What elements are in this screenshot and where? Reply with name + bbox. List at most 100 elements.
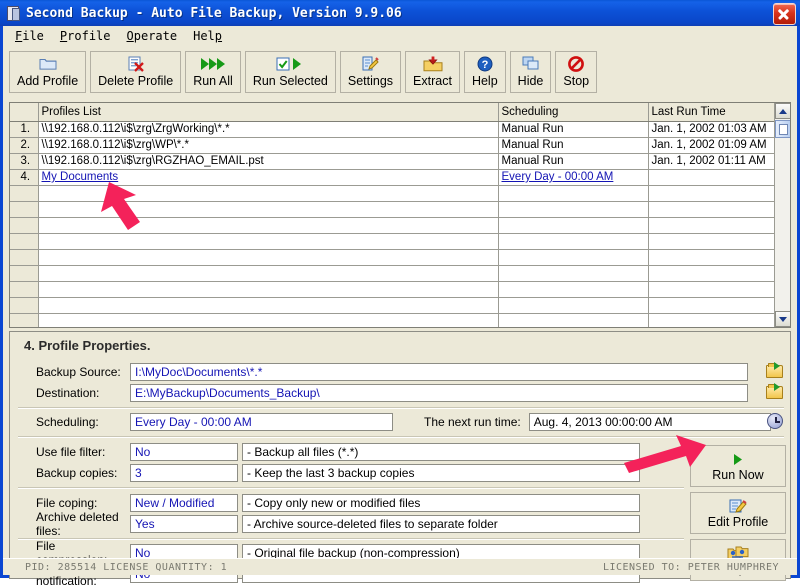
table-row[interactable]: [10, 313, 776, 327]
table-row[interactable]: [10, 217, 776, 234]
use-file-filter-desc: - Backup all files (*.*): [242, 442, 640, 461]
delete-file-icon: [127, 55, 145, 73]
cell-scheduling[interactable]: Every Day - 00:00 AM: [498, 169, 649, 186]
backup-source-field[interactable]: I:\MyDoc\Documents\*.*: [130, 362, 748, 381]
run-all-button[interactable]: Run All: [185, 50, 241, 93]
cell-empty: [10, 265, 39, 282]
close-icon[interactable]: [773, 3, 796, 25]
check-play-icon: [276, 55, 304, 73]
cell-empty: [10, 281, 39, 298]
cell-scheduling[interactable]: Manual Run: [498, 153, 649, 170]
help-button[interactable]: ? Help: [463, 50, 506, 93]
cell-last-run: Jan. 1, 2002 01:03 AM: [648, 121, 776, 138]
scroll-down-icon[interactable]: [775, 311, 790, 327]
next-run-field: Aug. 4, 2013 00:00:00 AM: [528, 412, 771, 431]
question-mark-icon: ?: [477, 55, 493, 73]
menu-bar: File Profile Operate Help: [3, 26, 797, 46]
column-header-last-run: Last Run Time: [648, 103, 776, 122]
column-header-scheduling: Scheduling: [498, 103, 649, 122]
backup-source-label: Backup Source:: [36, 364, 121, 379]
browse-folder-icon-destination[interactable]: [766, 383, 784, 400]
status-right: LICENSED TO: PETER HUMPHREY: [602, 561, 779, 573]
cell-empty: [498, 233, 649, 250]
table-row[interactable]: [10, 201, 776, 218]
button-label: Delete Profile: [98, 73, 174, 88]
button-label: Run Now: [712, 467, 764, 482]
cell-empty: [38, 249, 499, 266]
table-row[interactable]: [10, 185, 776, 202]
destination-field[interactable]: E:\MyBackup\Documents_Backup\: [130, 383, 748, 402]
edit-profile-button[interactable]: Edit Profile: [690, 492, 786, 534]
delete-profile-button[interactable]: Delete Profile: [90, 50, 182, 93]
windows-stack-icon: [522, 55, 540, 73]
table-row[interactable]: [10, 297, 776, 314]
play-icon: [732, 451, 744, 468]
next-run-label: The next run time:: [424, 414, 521, 429]
destination-label: Destination:: [36, 385, 100, 400]
cell-empty: [648, 265, 776, 282]
table-row[interactable]: [10, 281, 776, 298]
table-row[interactable]: [10, 249, 776, 266]
menu-item-profile[interactable]: Profile: [52, 27, 119, 45]
stop-button[interactable]: Stop: [555, 50, 598, 93]
profiles-list-panel: Profiles List Scheduling Last Run Time 1…: [9, 102, 791, 328]
clock-icon[interactable]: [767, 413, 783, 429]
cell-empty: [648, 313, 776, 327]
cell-profile[interactable]: \\192.168.0.112\i$\zrg\RGZHAO_EMAIL.pst: [38, 153, 499, 170]
table-row[interactable]: 3. \\192.168.0.112\i$\zrg\RGZHAO_EMAIL.ps…: [10, 153, 776, 170]
cell-last-run: Jan. 1, 2002 01:09 AM: [648, 137, 776, 154]
menu-item-file[interactable]: File: [7, 27, 52, 45]
profile-properties-panel: 4. Profile Properties. Backup Source: I:…: [9, 331, 791, 588]
settings-button[interactable]: Settings: [339, 50, 402, 93]
scroll-up-icon[interactable]: [775, 103, 790, 119]
cell-empty: [10, 201, 39, 218]
vertical-scrollbar[interactable]: [774, 103, 790, 327]
profiles-table: Profiles List Scheduling Last Run Time 1…: [10, 103, 776, 327]
cell-empty: [38, 201, 499, 218]
run-now-button[interactable]: Run Now: [690, 445, 786, 487]
cell-empty: [10, 249, 39, 266]
scheduling-label: Scheduling:: [36, 414, 99, 429]
file-coping-field[interactable]: New / Modified: [130, 493, 238, 512]
cell-profile[interactable]: \\192.168.0.112\i$\zrg\ZrgWorking\*.*: [38, 121, 499, 138]
window-title: Second Backup - Auto File Backup, Versio…: [26, 5, 402, 21]
cell-scheduling[interactable]: Manual Run: [498, 137, 649, 154]
svg-text:?: ?: [481, 59, 488, 71]
browse-folder-icon-source[interactable]: [766, 362, 784, 379]
archive-deleted-field[interactable]: Yes: [130, 514, 238, 533]
cell-empty: [38, 281, 499, 298]
archive-deleted-desc: - Archive source-deleted files to separa…: [242, 514, 640, 533]
cell-profile[interactable]: My Documents: [38, 169, 499, 186]
button-label: Run Selected: [252, 73, 328, 88]
menu-item-help[interactable]: Help: [185, 27, 230, 45]
cell-empty: [498, 265, 649, 282]
use-file-filter-field[interactable]: No: [130, 442, 238, 461]
cell-empty: [498, 217, 649, 234]
table-row[interactable]: [10, 265, 776, 282]
button-label: Settings: [347, 73, 394, 88]
cell-empty: [498, 201, 649, 218]
cell-empty: [648, 201, 776, 218]
hide-button[interactable]: Hide: [509, 50, 552, 93]
button-label: Help: [471, 73, 498, 88]
cell-empty: [498, 281, 649, 298]
table-row[interactable]: [10, 233, 776, 250]
menu-item-operate[interactable]: Operate: [119, 27, 186, 45]
scheduling-field[interactable]: Every Day - 00:00 AM: [130, 412, 393, 431]
cell-empty: [38, 297, 499, 314]
add-profile-button[interactable]: Add Profile: [9, 50, 87, 93]
table-row[interactable]: 4. My Documents Every Day - 00:00 AM: [10, 169, 776, 186]
cell-empty: [648, 185, 776, 202]
toolbar: Add Profile Delete Profile Run All Run S…: [3, 46, 797, 95]
backup-copies-field[interactable]: 3: [130, 463, 238, 482]
scrollbar-thumb[interactable]: [775, 120, 790, 138]
extract-folder-icon: [423, 55, 443, 73]
cell-profile[interactable]: \\192.168.0.112\i$\zrg\WP\*.*: [38, 137, 499, 154]
stop-sign-icon: [568, 55, 585, 73]
status-bar: PID: 285514 LICENSE QUANTITY: 1 LICENSED…: [3, 558, 797, 575]
table-row[interactable]: 1. \\192.168.0.112\i$\zrg\ZrgWorking\*.* M…: [10, 121, 776, 138]
run-selected-button[interactable]: Run Selected: [244, 50, 336, 93]
extract-button[interactable]: Extract: [405, 50, 460, 93]
cell-scheduling[interactable]: Manual Run: [498, 121, 649, 138]
table-row[interactable]: 2. \\192.168.0.112\i$\zrg\WP\*.* Manual Ru…: [10, 137, 776, 154]
